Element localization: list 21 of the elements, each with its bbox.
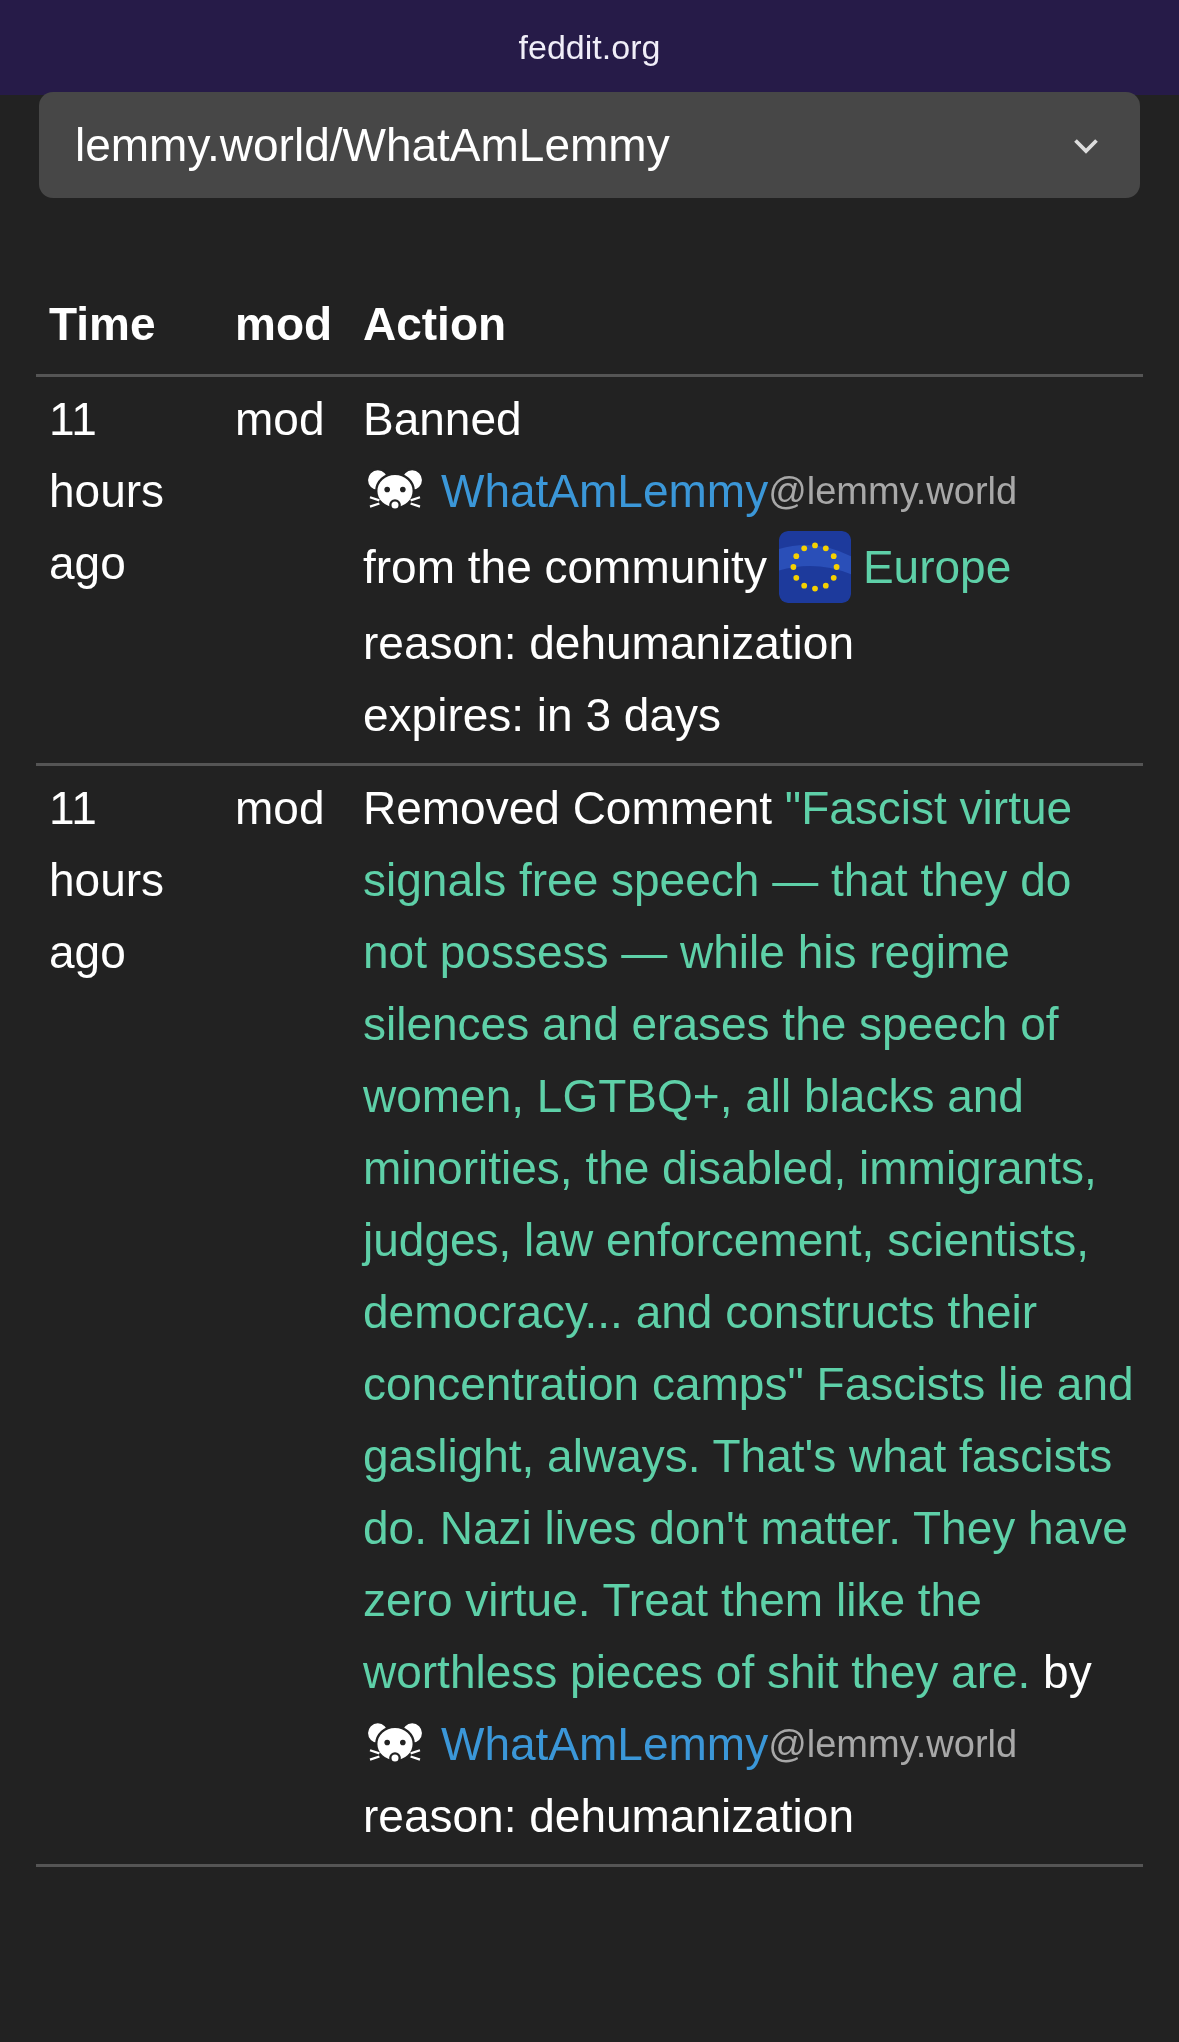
column-header: Time [48, 296, 157, 352]
reason-text: reason: dehumanization [363, 615, 855, 671]
mod-cell: mod [235, 393, 325, 445]
mod-cell: mod [235, 782, 325, 834]
user-link[interactable]: WhatAmLemmy [441, 1709, 769, 1779]
reason-text: reason: dehumanization [363, 1788, 855, 1844]
user-instance: @lemmy.world [768, 468, 1018, 514]
time-cell: 11 hours ago [49, 782, 165, 978]
column-header: Action [362, 296, 508, 352]
column-header: mod [234, 296, 334, 352]
community-link[interactable]: Europe [862, 532, 1012, 602]
removed-comment-text: Removed Comment "Fascist virtue signals free speech — that they do not possess — while his regime silences and erases the speech of women, LGTBQ+, all blacks and minorities, the disabled, immigrants, judges, law enforcement, scientists, democracy... and constructs their concentration camps" Fascists lie and gaslight, always. That's what fascists do. Nazi lives don't matter. They have zero virtue. Treat them like the worthless pieces of shit they are. by [363, 781, 1135, 1700]
domain-text: feddit.org [518, 27, 661, 68]
expires-text: expires: in 3 days [363, 687, 722, 743]
community-dropdown[interactable]: lemmy.world/WhatAmLemmy [39, 92, 1140, 198]
action-label: Banned [363, 391, 523, 447]
user-instance: @lemmy.world [768, 1721, 1018, 1767]
time-cell: 11 hours ago [49, 393, 165, 589]
flag-icon [778, 531, 851, 603]
user-link[interactable]: WhatAmLemmy [441, 456, 769, 526]
community-label: from the community [363, 539, 767, 595]
